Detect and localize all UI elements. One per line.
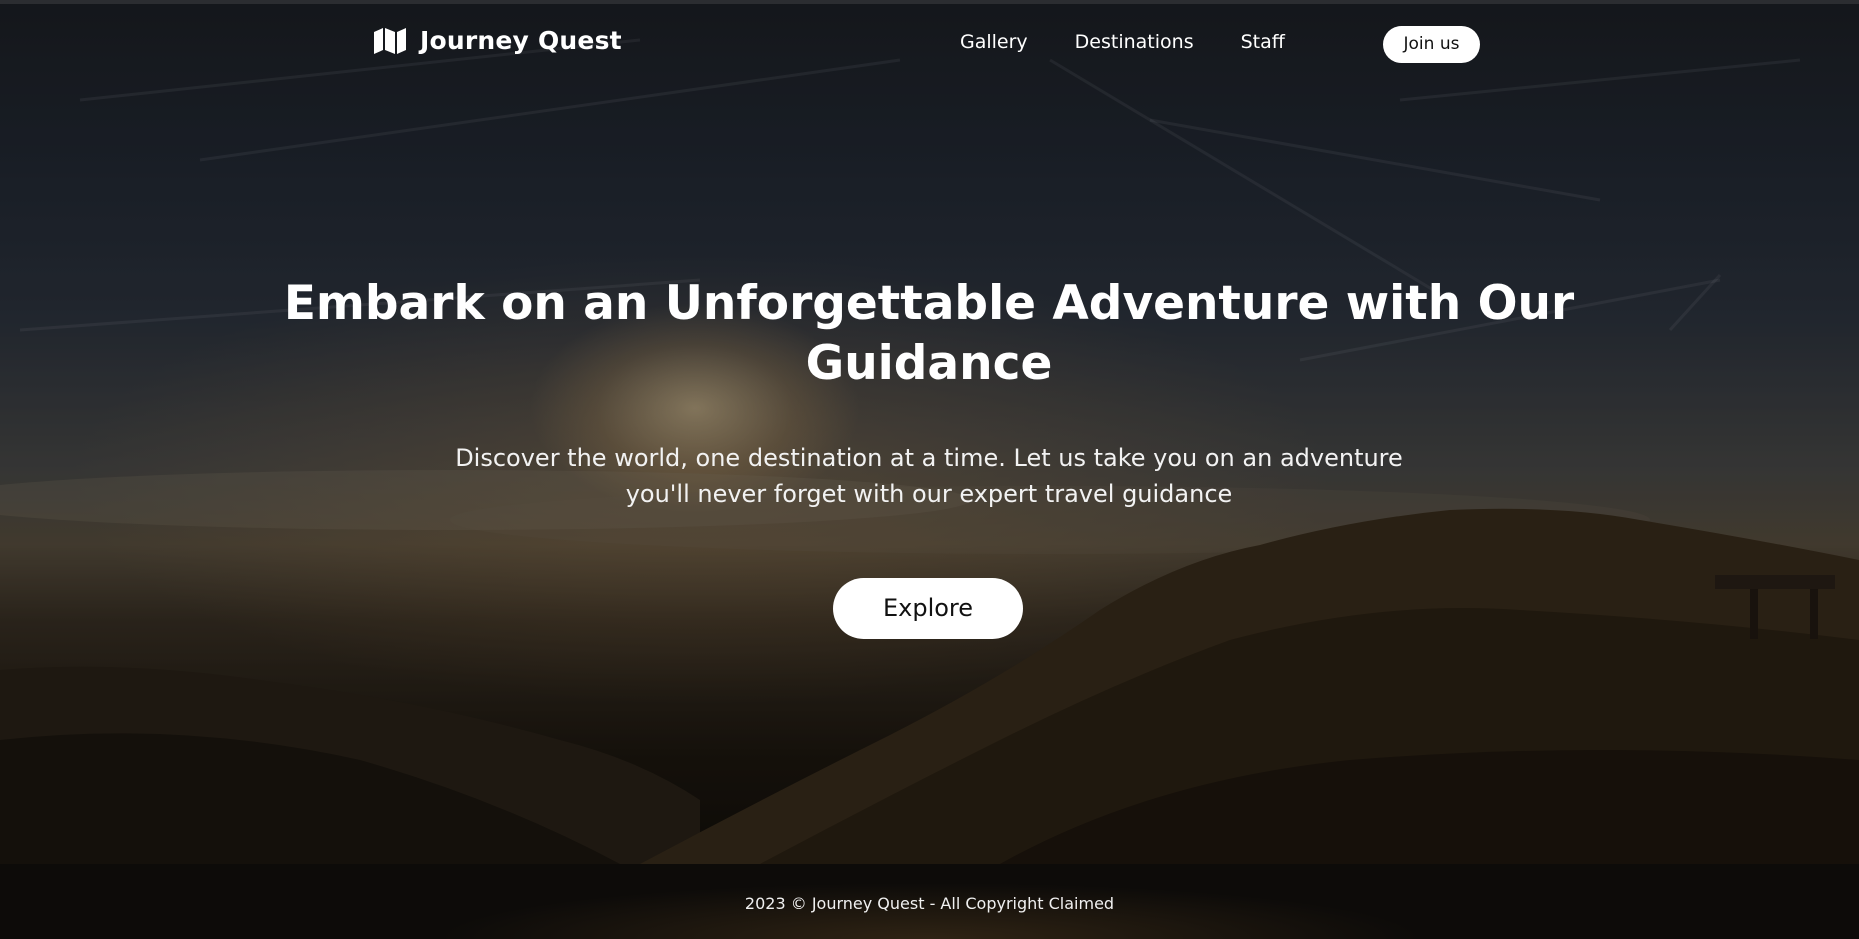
page: Journey Quest Gallery Destinations Staff… [0, 0, 1859, 939]
brand-name: Journey Quest [420, 26, 622, 55]
nav-link-staff[interactable]: Staff [1241, 31, 1285, 53]
hero-title: Embark on an Unforgettable Adventure wit… [283, 276, 1575, 391]
nav-link-destinations[interactable]: Destinations [1075, 31, 1194, 53]
footer: 2023 © Journey Quest - All Copyright Cla… [0, 864, 1859, 939]
copyright-text: 2023 © Journey Quest - All Copyright Cla… [744, 894, 1115, 913]
map-icon [374, 27, 406, 54]
hero-subtitle: Discover the world, one destination at a… [455, 444, 1403, 508]
navbar: Journey Quest Gallery Destinations Staff… [0, 0, 1859, 90]
explore-button[interactable]: Explore [833, 578, 1023, 639]
join-us-button[interactable]: Join us [1383, 26, 1480, 63]
nav-links: Gallery Destinations Staff [960, 31, 1285, 53]
dark-overlay [0, 0, 1859, 864]
nav-link-gallery[interactable]: Gallery [960, 31, 1028, 53]
brand-logo[interactable]: Journey Quest [374, 26, 622, 55]
